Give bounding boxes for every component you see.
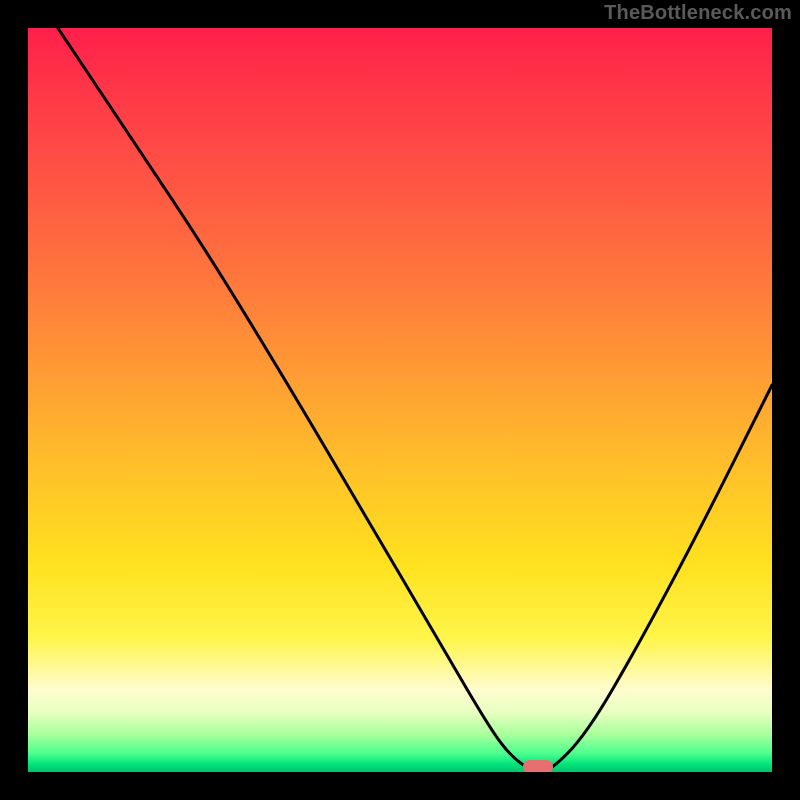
- watermark-text: TheBottleneck.com: [604, 2, 792, 25]
- optimal-point-marker: [523, 760, 553, 772]
- bottleneck-curve-path: [58, 28, 772, 772]
- bottleneck-curve-svg: [28, 28, 772, 772]
- plot-area: [28, 28, 772, 772]
- chart-frame: TheBottleneck.com: [0, 0, 800, 800]
